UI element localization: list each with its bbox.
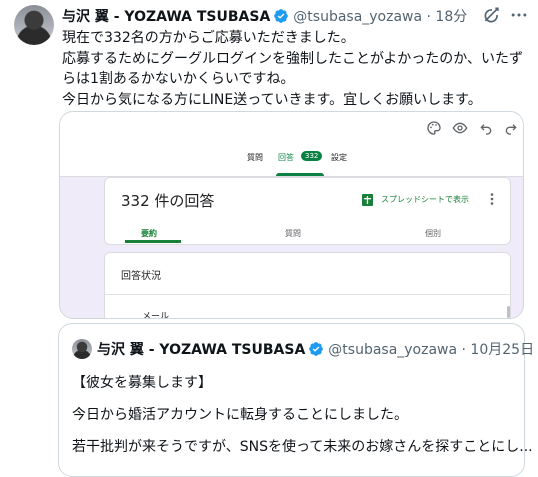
quoted-line-1: 【彼女を募集します】 bbox=[72, 375, 212, 391]
response-status-title: 回答状況 bbox=[121, 271, 161, 282]
scrollbar-thumb bbox=[507, 306, 510, 318]
tab-underline bbox=[276, 173, 324, 176]
grok-icon[interactable] bbox=[482, 5, 502, 25]
sheets-icon bbox=[362, 194, 373, 206]
form-toolbar: 質問 回答 332 設定 bbox=[60, 112, 523, 177]
tweet-header: 与沢 翼 - YOZAWA TSUBASA @tsubasa_yozawa · … bbox=[62, 7, 467, 25]
verified-badge-icon bbox=[309, 342, 324, 356]
card-more-icon bbox=[490, 193, 494, 205]
verified-badge-icon bbox=[274, 9, 289, 23]
tab-responses: 回答 bbox=[278, 153, 294, 162]
quoted-avatar bbox=[72, 339, 92, 359]
undo-icon bbox=[480, 124, 492, 135]
responses-card: 332 件の回答 スプレッドシートで表示 要約 質問 個別 bbox=[104, 177, 511, 245]
tab-questions: 質問 bbox=[247, 153, 263, 162]
palette-icon bbox=[427, 121, 441, 135]
quoted-line-3: 若干批判が来そうですが、SNSを使って未来のお嫁さんを探すことにし... bbox=[72, 439, 533, 455]
tab-settings: 設定 bbox=[331, 153, 347, 162]
more-icon[interactable] bbox=[509, 5, 529, 25]
author-name[interactable]: 与沢 翼 - YOZAWA TSUBASA bbox=[62, 6, 270, 26]
responses-title: 332 件の回答 bbox=[121, 192, 215, 210]
avatar[interactable] bbox=[14, 5, 54, 45]
media-image[interactable]: 質問 回答 332 設定 332 件の回答 スプレッドシートで表示 要約 質問 … bbox=[59, 111, 524, 319]
quoted-header: 与沢 翼 - YOZAWA TSUBASA @tsubasa_yozawa · … bbox=[97, 340, 534, 358]
quoted-line-2: 今日から婚活アカウントに転身することにしました。 bbox=[72, 407, 408, 423]
quoted-handle-date: @tsubasa_yozawa · 10月25日 bbox=[328, 342, 535, 358]
email-label: メール bbox=[142, 312, 170, 319]
handle-and-time[interactable]: @tsubasa_yozawa · 18分 bbox=[293, 6, 467, 26]
view-in-sheets-link: スプレッドシートで表示 bbox=[381, 195, 469, 204]
subtab-individual: 個別 bbox=[425, 229, 441, 238]
quoted-author-name: 与沢 翼 - YOZAWA TSUBASA bbox=[97, 342, 306, 358]
response-count-badge: 332 bbox=[301, 151, 323, 161]
quoted-tweet[interactable]: 与沢 翼 - YOZAWA TSUBASA @tsubasa_yozawa · … bbox=[58, 323, 534, 477]
tweet-text: 現在で332名の方からご応募いただきました。 応募するためにグーグルログインを強… bbox=[62, 30, 524, 108]
response-status-card: 回答状況 メール bbox=[104, 252, 511, 319]
subtab-underline bbox=[125, 240, 181, 243]
subtab-question: 質問 bbox=[285, 229, 301, 238]
preview-icon bbox=[452, 122, 468, 134]
divider bbox=[105, 294, 510, 295]
redo-icon bbox=[505, 124, 517, 135]
subtab-summary: 要約 bbox=[141, 229, 157, 238]
